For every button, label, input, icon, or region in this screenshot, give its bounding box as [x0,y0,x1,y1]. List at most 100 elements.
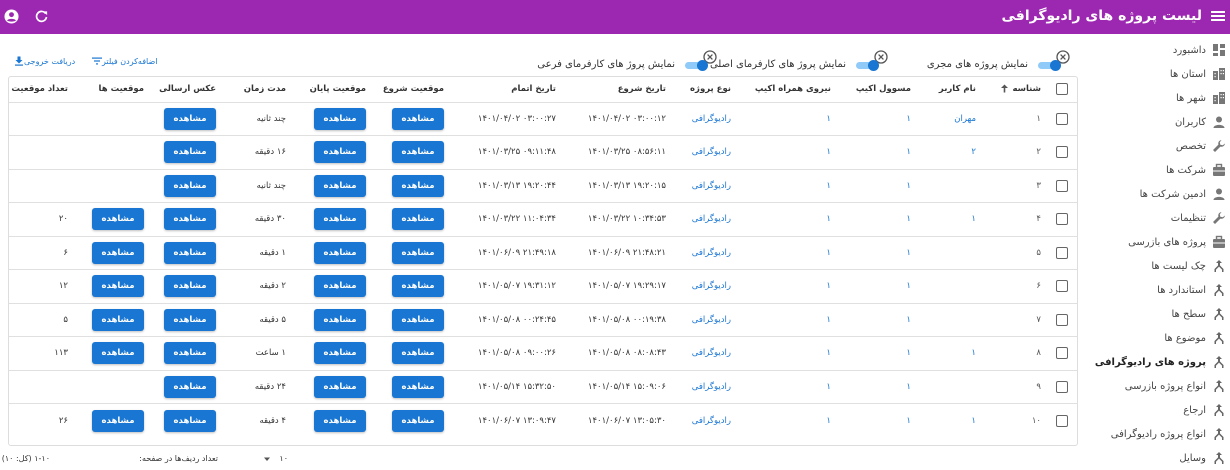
cell-crew[interactable]: ۱ [737,404,837,438]
column-header[interactable]: شناسه [982,77,1047,103]
view-photo-button[interactable]: مشاهده [164,375,216,398]
view-photo-button[interactable]: مشاهده [164,174,216,197]
account-circle-icon[interactable] [4,9,19,24]
cell-type[interactable]: رادیوگرافی [672,236,737,270]
cell-user[interactable] [917,269,982,304]
view-end-location-button[interactable]: مشاهده [314,275,366,298]
sidebar-item[interactable]: کاربران [1088,110,1230,134]
cell-head[interactable]: ۱ [837,404,917,438]
column-header[interactable]: نوع پروژه [672,77,737,103]
sidebar-item[interactable]: ارجاع [1088,398,1230,422]
cell-user[interactable] [917,236,982,270]
cell-user[interactable] [917,169,982,203]
view-end-location-button[interactable]: مشاهده [314,409,366,432]
view-photo-button[interactable]: مشاهده [164,208,216,231]
cell-head[interactable]: ۱ [837,202,917,237]
row-checkbox[interactable] [1056,313,1068,326]
select-all-checkbox[interactable] [1056,83,1068,96]
view-end-location-button[interactable]: مشاهده [314,241,366,264]
cell-head[interactable]: ۱ [837,236,917,270]
cell-user[interactable] [917,303,982,337]
column-header[interactable]: مدت زمان [222,77,292,103]
view-photo-button[interactable]: مشاهده [164,275,216,298]
cell-type[interactable]: رادیوگرافی [672,336,737,371]
sidebar-item[interactable]: شهر ها [1088,86,1230,110]
cell-type[interactable]: رادیوگرافی [672,303,737,337]
column-header[interactable]: موقعیت شروع [372,77,450,103]
cell-type[interactable]: رادیوگرافی [672,169,737,203]
sidebar-item[interactable]: تخصص [1088,134,1230,158]
sidebar-item[interactable]: چک لیست ها [1088,254,1230,278]
cell-crew[interactable]: ۱ [737,269,837,304]
cell-crew[interactable]: ۱ [737,135,837,170]
view-end-location-button[interactable]: مشاهده [314,107,366,130]
view-start-location-button[interactable]: مشاهده [392,275,444,298]
cell-type[interactable]: رادیوگرافی [672,135,737,170]
cell-user[interactable]: ۱ [917,202,982,237]
sidebar-item[interactable]: وسایل [1088,446,1230,470]
cell-type[interactable]: رادیوگرافی [672,102,737,136]
column-header[interactable]: نام کاربر [917,77,982,103]
cell-head[interactable]: ۱ [837,269,917,304]
cell-crew[interactable]: ۱ [737,303,837,337]
cell-crew[interactable]: ۱ [737,336,837,371]
view-positions-button[interactable]: مشاهده [92,241,144,264]
cell-head[interactable]: ۱ [837,336,917,371]
cell-type[interactable]: رادیوگرافی [672,202,737,237]
cell-user[interactable]: مهران [917,102,982,136]
cell-head[interactable]: ۱ [837,303,917,337]
row-checkbox[interactable] [1056,380,1068,393]
sidebar-item[interactable]: انواع پروژه رادیوگرافی [1088,422,1230,446]
sidebar-item[interactable]: پروژه های رادیوگرافی [1088,350,1230,374]
view-start-location-button[interactable]: مشاهده [392,375,444,398]
cell-crew[interactable]: ۱ [737,370,837,404]
sidebar-item[interactable]: سطح ها [1088,302,1230,326]
toggle-switch[interactable] [685,60,708,71]
view-end-location-button[interactable]: مشاهده [314,375,366,398]
sidebar-item[interactable]: موضوع ها [1088,326,1230,350]
row-checkbox[interactable] [1056,179,1068,192]
sidebar-item[interactable]: انواع پروژه بازرسی [1088,374,1230,398]
row-checkbox[interactable] [1056,347,1068,360]
column-header[interactable]: عکس ارسالی [150,77,222,103]
cell-type[interactable]: رادیوگرافی [672,370,737,404]
sidebar-item[interactable]: استاندارد ها [1088,278,1230,302]
cell-head[interactable]: ۱ [837,135,917,170]
view-photo-button[interactable]: مشاهده [164,107,216,130]
rows-per-page-select[interactable]: ۱۰ [263,454,288,463]
column-header[interactable]: تعداد موقعیت ها [9,77,74,103]
sidebar-item[interactable]: داشبورد [1088,38,1230,62]
view-start-location-button[interactable]: مشاهده [392,141,444,164]
cell-crew[interactable]: ۱ [737,202,837,237]
row-checkbox[interactable] [1056,414,1068,427]
cell-head[interactable]: ۱ [837,169,917,203]
column-header[interactable]: نیروی همراه اکیپ [737,77,837,103]
toggle-switch[interactable] [856,60,879,71]
view-start-location-button[interactable]: مشاهده [392,308,444,331]
sidebar-item[interactable]: پروژه های بازرسی [1088,230,1230,254]
column-header[interactable]: موقعیت پایان [292,77,372,103]
view-photo-button[interactable]: مشاهده [164,141,216,164]
menu-icon[interactable] [1210,8,1226,24]
view-start-location-button[interactable]: مشاهده [392,241,444,264]
view-end-location-button[interactable]: مشاهده [314,208,366,231]
view-end-location-button[interactable]: مشاهده [314,141,366,164]
cell-type[interactable]: رادیوگرافی [672,269,737,304]
cell-user[interactable]: ۱ [917,404,982,438]
view-start-location-button[interactable]: مشاهده [392,409,444,432]
view-photo-button[interactable]: مشاهده [164,409,216,432]
export-button[interactable]: دریافت خروجی [10,54,75,68]
cell-user[interactable]: ۲ [917,135,982,170]
cell-type[interactable]: رادیوگرافی [672,404,737,438]
column-header[interactable]: تاریخ شروع [562,77,672,103]
sidebar-item[interactable]: شرکت ها [1088,158,1230,182]
add-filter-button[interactable]: اضافه‌کردن فیلتر [88,54,157,68]
view-end-location-button[interactable]: مشاهده [314,342,366,365]
column-header[interactable]: مسوول اکیپ [837,77,917,103]
cell-head[interactable]: ۱ [837,370,917,404]
view-photo-button[interactable]: مشاهده [164,308,216,331]
view-positions-button[interactable]: مشاهده [92,308,144,331]
view-positions-button[interactable]: مشاهده [92,275,144,298]
view-start-location-button[interactable]: مشاهده [392,208,444,231]
toggle-switch[interactable] [1038,60,1061,71]
